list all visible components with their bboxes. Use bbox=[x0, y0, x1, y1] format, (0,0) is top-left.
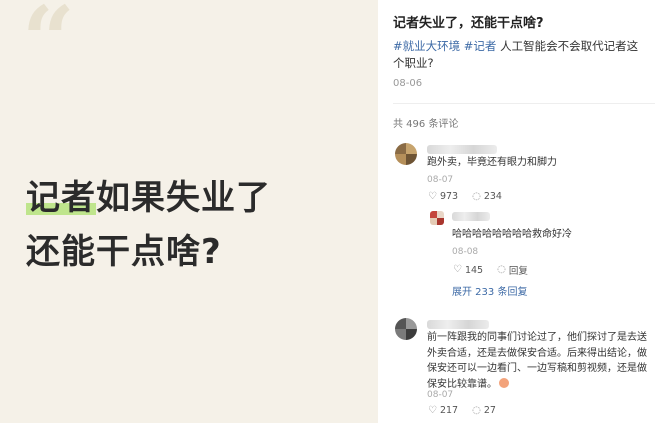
reply-button[interactable]: 回复 bbox=[509, 263, 528, 277]
username-blurred[interactable] bbox=[427, 145, 497, 154]
comment-bubble-icon[interactable]: ◌ bbox=[472, 405, 481, 416]
heart-icon[interactable]: ♡ bbox=[428, 405, 437, 416]
heart-icon[interactable]: ♡ bbox=[453, 265, 462, 275]
comment-bubble-icon[interactable]: ◌ bbox=[497, 265, 506, 275]
username-blurred[interactable] bbox=[427, 320, 489, 329]
comment-actions: ♡ 217 ◌ 27 bbox=[428, 405, 496, 416]
reply-date: 08-08 bbox=[452, 247, 479, 257]
divider bbox=[393, 103, 655, 104]
comment-actions: ♡ 973 ◌ 234 bbox=[428, 191, 502, 202]
quote-mark-icon: “ bbox=[22, 0, 75, 94]
like-count: 145 bbox=[464, 264, 484, 276]
cover-image: “ 记者如果失业了 还能干点啥? bbox=[0, 0, 378, 423]
reply-count: 234 bbox=[483, 191, 502, 202]
like-count: 973 bbox=[439, 191, 459, 202]
comment-bubble-icon[interactable]: ◌ bbox=[472, 191, 481, 202]
cover-headline-rest: 如果失业了 bbox=[96, 178, 271, 218]
comment-date: 08-07 bbox=[427, 390, 454, 400]
post-description: #就业大环境 #记者 人工智能会不会取代记者这个职业? bbox=[393, 38, 643, 72]
post-date: 08-06 bbox=[393, 78, 423, 89]
like-count: 217 bbox=[439, 405, 459, 416]
avatar[interactable] bbox=[395, 143, 417, 165]
post-title: 记者失业了，还能干点啥? bbox=[393, 16, 544, 31]
laugh-emoji-icon bbox=[499, 377, 509, 388]
avatar[interactable] bbox=[395, 318, 417, 340]
comment-count: 共 496 条评论 bbox=[393, 119, 459, 130]
tag-link[interactable]: #记者 bbox=[464, 39, 497, 53]
heart-icon[interactable]: ♡ bbox=[428, 191, 437, 202]
cover-highlight-word: 记者 bbox=[26, 178, 96, 218]
cover-headline-line1: 记者如果失业了 bbox=[26, 170, 271, 219]
comment-date: 08-07 bbox=[427, 175, 454, 185]
reply-text: 哈哈哈哈哈哈哈哈救命好冷 bbox=[452, 229, 572, 240]
comment-text: 前一阵跟我的同事们讨论过了，他们探讨了是去送外卖合适，还是去做保安合适。后来得出… bbox=[427, 332, 647, 390]
reply-actions: ♡ 145 ◌ 回复 bbox=[453, 263, 528, 278]
tag-link[interactable]: #就业大环境 bbox=[393, 39, 460, 53]
username-blurred[interactable] bbox=[452, 212, 490, 221]
reply-count: 27 bbox=[483, 405, 496, 416]
expand-replies-link[interactable]: 展开 233 条回复 bbox=[452, 283, 527, 298]
cover-headline-line2: 还能干点啥? bbox=[26, 232, 222, 272]
comment-text: 跑外卖，毕竟还有眼力和脚力 bbox=[427, 157, 557, 168]
avatar[interactable] bbox=[430, 211, 444, 225]
